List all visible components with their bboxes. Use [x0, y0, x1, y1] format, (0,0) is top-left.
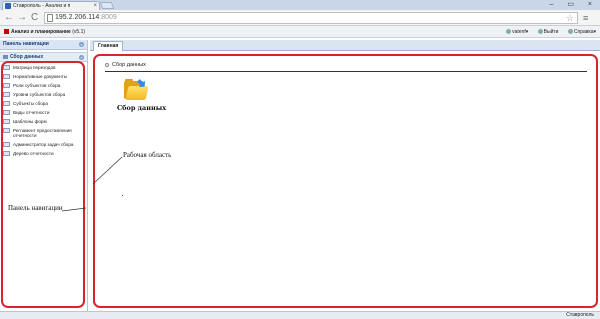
- app-title: Анализ и планирование (v5.1): [4, 28, 85, 36]
- nav-group-label: Сбор данных: [10, 54, 44, 60]
- folder-icon[interactable]: [124, 79, 149, 101]
- back-icon[interactable]: ←: [4, 12, 14, 24]
- address-bar[interactable]: 195.2.206.114:8009 ☆: [44, 12, 578, 24]
- logout-label: Выйти: [543, 29, 559, 35]
- browser-toolbar: ← → C 195.2.206.114:8009 ☆ ≡: [0, 10, 600, 26]
- collapse-panel-icon[interactable]: «: [79, 42, 84, 47]
- navigation-panel-highlight: [1, 61, 85, 308]
- bookmark-star-icon[interactable]: ☆: [566, 13, 574, 23]
- app-header: Анализ и планирование (v5.1) vatenf▾ Вый…: [0, 26, 600, 38]
- user-icon: [506, 29, 512, 34]
- tab-main[interactable]: Главная: [93, 41, 124, 51]
- navigation-panel-header: Панель навигации «: [0, 40, 87, 50]
- user-menu[interactable]: vatenf▾: [506, 29, 528, 35]
- browser-tab[interactable]: Ставрополь - Анализ и п ×: [2, 1, 100, 10]
- url-host: 195.2.206.114: [55, 14, 100, 21]
- navigation-panel-title: Панель навигации: [3, 41, 49, 47]
- page-icon: [47, 14, 53, 22]
- reload-icon[interactable]: C: [31, 12, 38, 24]
- close-tab-icon[interactable]: ×: [93, 2, 97, 10]
- collapse-group-icon[interactable]: ˄: [79, 55, 84, 60]
- help-menu-label: Справка▾: [573, 29, 596, 35]
- browser-menu-icon[interactable]: ≡: [583, 13, 588, 23]
- dot-mark: [122, 195, 123, 196]
- annotation-nav-panel: Панель навигации: [8, 204, 63, 212]
- window-controls[interactable]: – ▭ ×: [550, 0, 598, 8]
- new-tab-button[interactable]: [99, 2, 115, 9]
- logout-icon: [537, 29, 543, 34]
- group-icon: [3, 55, 8, 59]
- help-icon: [567, 29, 573, 34]
- browser-tab-title: Ставрополь - Анализ и п: [13, 3, 71, 9]
- status-bar: Ставрополь: [0, 311, 600, 319]
- work-area-highlight: [93, 54, 598, 308]
- logout-link[interactable]: Выйти: [537, 29, 559, 35]
- section-title: Сбор данных: [112, 62, 146, 68]
- app-version: (v5.1): [72, 29, 86, 35]
- status-text: Ставрополь: [566, 312, 594, 318]
- content-tabbar: Главная: [90, 40, 600, 51]
- annotation-work-area: Рабочая область: [123, 151, 172, 159]
- favicon-icon: [5, 3, 11, 9]
- folder-label[interactable]: Сбор данных: [117, 104, 166, 112]
- forward-icon[interactable]: →: [17, 12, 27, 24]
- help-menu[interactable]: Справка▾: [567, 29, 596, 35]
- app-logo-icon: [4, 29, 9, 34]
- section-header: Сбор данных: [105, 60, 587, 72]
- browser-tabstrip: Ставрополь - Анализ и п × – ▭ ×: [0, 0, 600, 10]
- section-toggle-icon[interactable]: [105, 63, 109, 67]
- header-links: vatenf▾ Выйти Справка▾: [498, 28, 596, 36]
- app-title-text: Анализ и планирование: [11, 29, 71, 35]
- url-port: :8009: [99, 14, 117, 21]
- user-menu-label: vatenf▾: [512, 29, 529, 35]
